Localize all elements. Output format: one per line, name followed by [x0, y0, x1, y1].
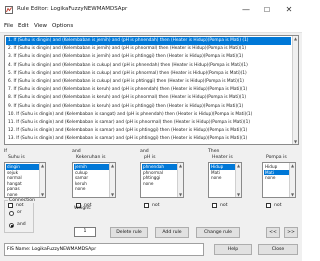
rule-editor-window: Rule Editor: LogikaFuzzyNEWMAMDSApr — ☐ …	[0, 0, 302, 261]
scroll-up-icon[interactable]: ▲	[293, 36, 298, 41]
not-checkbox[interactable]	[266, 203, 271, 208]
membership-listbox[interactable]: jernih cukup samar keruh none ▲ ▼	[72, 162, 116, 198]
connection-and-radio[interactable]	[9, 223, 14, 228]
rule-row[interactable]: 6. If (Suhu is dingin) and (Kelembaban i…	[6, 78, 291, 86]
scroll-down-icon[interactable]: ▼	[40, 192, 45, 197]
column-prefix: Then	[208, 149, 220, 154]
connection-and-label: and	[17, 222, 26, 227]
membership-listbox[interactable]: phnendah phnormal phtinggi none ▲ ▼	[140, 162, 184, 198]
list-option[interactable]: none	[210, 175, 235, 181]
rules-list[interactable]: 1. If (Suhu is dingin) and (Kelembaban i…	[4, 35, 299, 145]
column-label: Suhu is	[8, 155, 25, 160]
title-bar[interactable]: Rule Editor: LogikaFuzzyNEWMAMDSApr — ☐ …	[0, 0, 302, 20]
listbox-scrollbar[interactable]: ▲ ▼	[235, 163, 241, 197]
rule-row[interactable]: 12. If (Suhu is dingin) and (Kelembaban …	[6, 127, 291, 135]
list-option[interactable]: none	[6, 192, 39, 197]
column-prefix: and	[140, 149, 149, 154]
maximize-button[interactable]: ☐	[257, 3, 277, 17]
listbox-scrollbar[interactable]: ▲ ▼	[177, 163, 183, 197]
not-checkbox[interactable]	[144, 203, 149, 208]
list-option[interactable]: none	[142, 181, 177, 187]
not-label: not	[152, 203, 160, 208]
scroll-down-icon[interactable]: ▼	[290, 192, 295, 197]
scroll-down-icon[interactable]: ▼	[293, 139, 298, 144]
listbox-scrollbar[interactable]: ▲ ▼	[109, 163, 115, 197]
rule-editor-app-icon	[5, 6, 13, 14]
connection-label: Connection	[8, 198, 36, 203]
membership-listbox[interactable]: Hidup Mati none ▲ ▼	[262, 162, 296, 198]
connection-or-label: or	[17, 210, 22, 215]
rule-row[interactable]: 5. If (Suhu is dingin) and (Kelembaban i…	[6, 70, 291, 78]
weight-input[interactable]: 1	[74, 227, 96, 237]
rule-row[interactable]: 2. If (Suhu is dingin) and (Kelembaban i…	[6, 45, 291, 53]
scroll-down-icon[interactable]: ▼	[236, 192, 241, 197]
column-label: Kekeruhan is	[76, 155, 106, 160]
rule-row[interactable]: 10. If (Suhu is dingin) and (Kelembaban …	[6, 111, 291, 119]
column-prefix: and	[72, 149, 81, 154]
rules-scrollbar[interactable]: ▲ ▼	[292, 36, 298, 144]
scroll-up-icon[interactable]: ▲	[236, 163, 241, 168]
rule-row[interactable]: 1. If (Suhu is dingin) and (Kelembaban i…	[6, 37, 291, 45]
minimize-button[interactable]: —	[236, 3, 256, 17]
column-label: pH is	[144, 155, 156, 160]
list-option[interactable]: none	[264, 175, 289, 181]
listbox-scrollbar[interactable]: ▲ ▼	[289, 163, 295, 197]
column-prefix: If	[4, 149, 7, 154]
not-label: not	[220, 203, 228, 208]
next-button[interactable]: >>	[284, 227, 298, 238]
rule-row[interactable]: 9. If (Suhu is dingin) and (Kelembaban i…	[6, 103, 291, 111]
scroll-up-icon[interactable]: ▲	[40, 163, 45, 168]
help-button[interactable]: Help	[214, 244, 252, 255]
weight-label: Weight:	[74, 206, 92, 211]
status-bar: FIS Name: LogikaFuzzyNEWMAMDSApr	[4, 243, 204, 256]
scroll-down-icon[interactable]: ▼	[110, 192, 115, 197]
rule-row[interactable]: 8. If (Suhu is dingin) and (Kelembaban i…	[6, 94, 291, 102]
membership-listbox[interactable]: dingin sejuk normal hangat panas none ▲ ▼	[4, 162, 46, 198]
change-rule-button[interactable]: Change rule	[196, 227, 240, 238]
window-title: Rule Editor: LogikaFuzzyNEWMAMDSApr	[17, 6, 128, 12]
rule-row[interactable]: 13. If (Suhu is dingin) and (Kelembaban …	[6, 135, 291, 143]
scroll-up-icon[interactable]: ▲	[110, 163, 115, 168]
add-rule-button[interactable]: Add rule	[155, 227, 189, 238]
menu-edit[interactable]: Edit	[18, 23, 29, 29]
column-label: Pompa is	[266, 155, 287, 160]
previous-button[interactable]: <<	[266, 227, 280, 238]
not-checkbox[interactable]	[212, 203, 217, 208]
rule-row[interactable]: 4. If (Suhu is dingin) and (Kelembaban i…	[6, 62, 291, 70]
rule-row[interactable]: 3. If (Suhu is dingin) and (Kelembaban i…	[6, 53, 291, 61]
scroll-up-icon[interactable]: ▲	[290, 163, 295, 168]
list-option[interactable]: none	[74, 186, 109, 192]
close-button[interactable]: Close	[258, 244, 298, 255]
close-window-button[interactable]: ✕	[279, 3, 299, 17]
rule-row[interactable]: 11. If (Suhu is dingin) and (Kelembaban …	[6, 119, 291, 127]
scroll-up-icon[interactable]: ▲	[178, 163, 183, 168]
membership-listbox[interactable]: Hidup Mati none ▲ ▼	[208, 162, 242, 198]
not-label: not	[274, 203, 282, 208]
column-label: Heater is	[212, 155, 233, 160]
scroll-down-icon[interactable]: ▼	[178, 192, 183, 197]
connection-group: Connection or and	[4, 198, 36, 233]
rule-row[interactable]: 7. If (Suhu is dingin) and (Kelembaban i…	[6, 86, 291, 94]
connection-or-radio[interactable]	[9, 211, 14, 216]
menu-options[interactable]: Options	[52, 23, 73, 29]
menu-file[interactable]: File	[4, 23, 13, 29]
menu-view[interactable]: View	[34, 23, 47, 29]
radio-selected-dot	[11, 225, 13, 227]
menu-bar: File Edit View Options	[0, 20, 302, 33]
listbox-scrollbar[interactable]: ▲ ▼	[39, 163, 45, 197]
delete-rule-button[interactable]: Delete rule	[110, 227, 148, 238]
